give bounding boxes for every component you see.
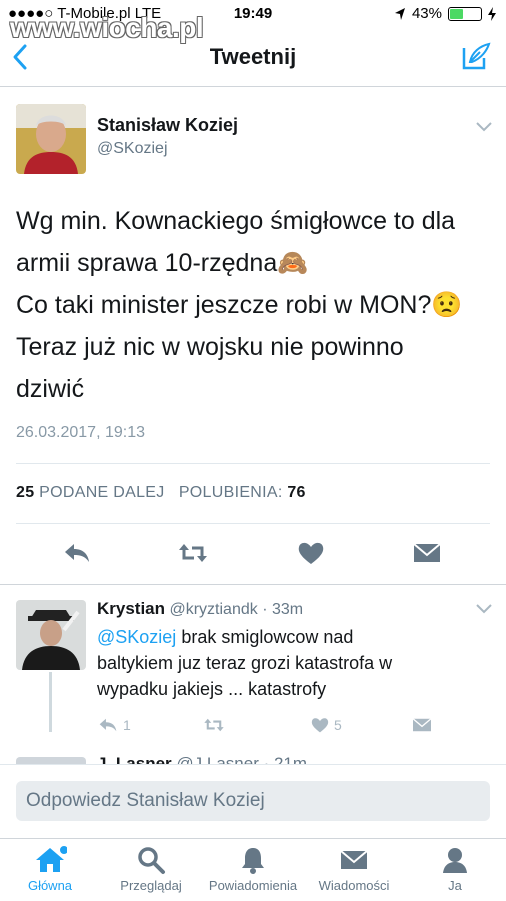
tab-home[interactable]: Główna: [0, 843, 100, 893]
person-icon: [443, 848, 467, 873]
chevron-down-icon[interactable]: [476, 604, 492, 614]
direct-message-icon[interactable]: [412, 540, 442, 566]
retweet-icon: [204, 718, 224, 732]
like-count: 5: [334, 717, 342, 733]
envelope-icon: [340, 850, 368, 869]
next-reply-name[interactable]: J. Lasner: [97, 754, 172, 764]
battery-icon: [448, 6, 482, 21]
next-reply-header: J. Lasner @J.Lasner · 21m: [97, 754, 307, 764]
reply-author-name[interactable]: Krystian: [97, 599, 165, 618]
tweet-line: armii sprawa 10-rzędna🙈: [16, 249, 309, 277]
reply-author-handle[interactable]: @kryztiandk: [169, 601, 257, 618]
retweets-label[interactable]: PODANE DALEJ: [39, 484, 164, 501]
battery-percent: 43%: [411, 5, 442, 22]
nav-bar: Tweetnij: [0, 28, 506, 87]
reply-text-line: wypadku jakiejs ... katastrofy: [97, 679, 327, 699]
thread-line: [49, 672, 52, 732]
likes-count[interactable]: 76: [287, 484, 305, 501]
tweet-line: Wg min. Kownackiego śmigłowce to dla: [16, 207, 456, 235]
tweet-stats: 25 PODANE DALEJ POLUBIENIA: 76: [16, 484, 306, 502]
compose-tweet-icon[interactable]: [460, 40, 492, 72]
reply-reply-action[interactable]: 1: [97, 716, 131, 734]
tweet-line: dziwić: [16, 375, 85, 403]
divider: [16, 523, 490, 524]
tab-label: Główna: [27, 878, 73, 893]
reply-icon: [99, 718, 117, 732]
tweet-line: Teraz już nic w wojsku nie powinno: [16, 333, 404, 361]
heart-icon[interactable]: [296, 540, 326, 566]
page-title: Tweetnij: [209, 44, 297, 69]
tab-label: Powiadomienia: [208, 878, 298, 893]
next-reply-handle: @J.Lasner · 21m: [176, 754, 308, 764]
tab-me[interactable]: Ja: [405, 843, 505, 893]
reply-photo: [16, 600, 86, 670]
heart-icon: [311, 718, 329, 733]
reply-time: · 33m: [262, 601, 304, 618]
reply-header: Krystian @kryztiandk · 33m: [97, 599, 303, 619]
location-icon: [394, 7, 405, 20]
reply-text: @SKoziej brak smiglowcow nad baltykiem j…: [97, 624, 477, 702]
tweet-timestamp: 26.03.2017, 19:13: [16, 424, 146, 441]
reply-like-action[interactable]: 5: [310, 716, 342, 734]
section-divider: [0, 584, 506, 585]
reply-avatar[interactable]: [16, 600, 86, 670]
chevron-down-icon[interactable]: [476, 122, 492, 132]
tab-explore[interactable]: Przeglądaj: [101, 843, 201, 893]
reply-dm-action[interactable]: [411, 716, 433, 734]
tweet-text: Wg min. Kownackiego śmigłowce to dla arm…: [16, 200, 496, 410]
reply-text-line: baltykiem juz teraz grozi katastrofa w: [97, 653, 393, 673]
home-icon: [36, 846, 67, 872]
tab-label: Wiadomości: [318, 878, 390, 893]
reply-mention[interactable]: @SKoziej: [97, 627, 176, 647]
charging-icon: [488, 6, 496, 21]
tab-bar: Główna Przeglądaj Powiadomienia Wiadomoś…: [0, 838, 506, 901]
retweet-icon[interactable]: [178, 540, 208, 566]
bell-icon: [242, 848, 264, 874]
tweet-actions: [0, 530, 506, 574]
search-icon: [138, 847, 165, 874]
author-handle[interactable]: @SKoziej: [97, 140, 168, 158]
author-photo: [16, 104, 86, 174]
likes-label[interactable]: POLUBIENIA:: [179, 484, 283, 501]
tab-messages[interactable]: Wiadomości: [304, 843, 404, 893]
status-right: 43%: [394, 5, 496, 22]
author-avatar[interactable]: [16, 104, 86, 174]
author-name[interactable]: Stanisław Koziej: [97, 115, 238, 136]
reply-count: 1: [123, 717, 131, 733]
reply-input[interactable]: Odpowiedz Stanisław Koziej: [16, 781, 490, 821]
tab-notifications[interactable]: Powiadomienia: [203, 843, 303, 893]
tab-label: Ja: [448, 878, 462, 893]
tweet-line: Co taki minister jeszcze robi w MON?😟: [16, 291, 463, 319]
reply-icon[interactable]: [62, 540, 92, 566]
tab-label: Przeglądaj: [120, 878, 182, 893]
divider: [16, 463, 490, 464]
retweets-count[interactable]: 25: [16, 484, 34, 501]
reply-retweet-action[interactable]: [202, 716, 226, 734]
reply-text-line: brak smiglowcow nad: [176, 627, 354, 647]
direct-message-icon: [412, 718, 432, 732]
